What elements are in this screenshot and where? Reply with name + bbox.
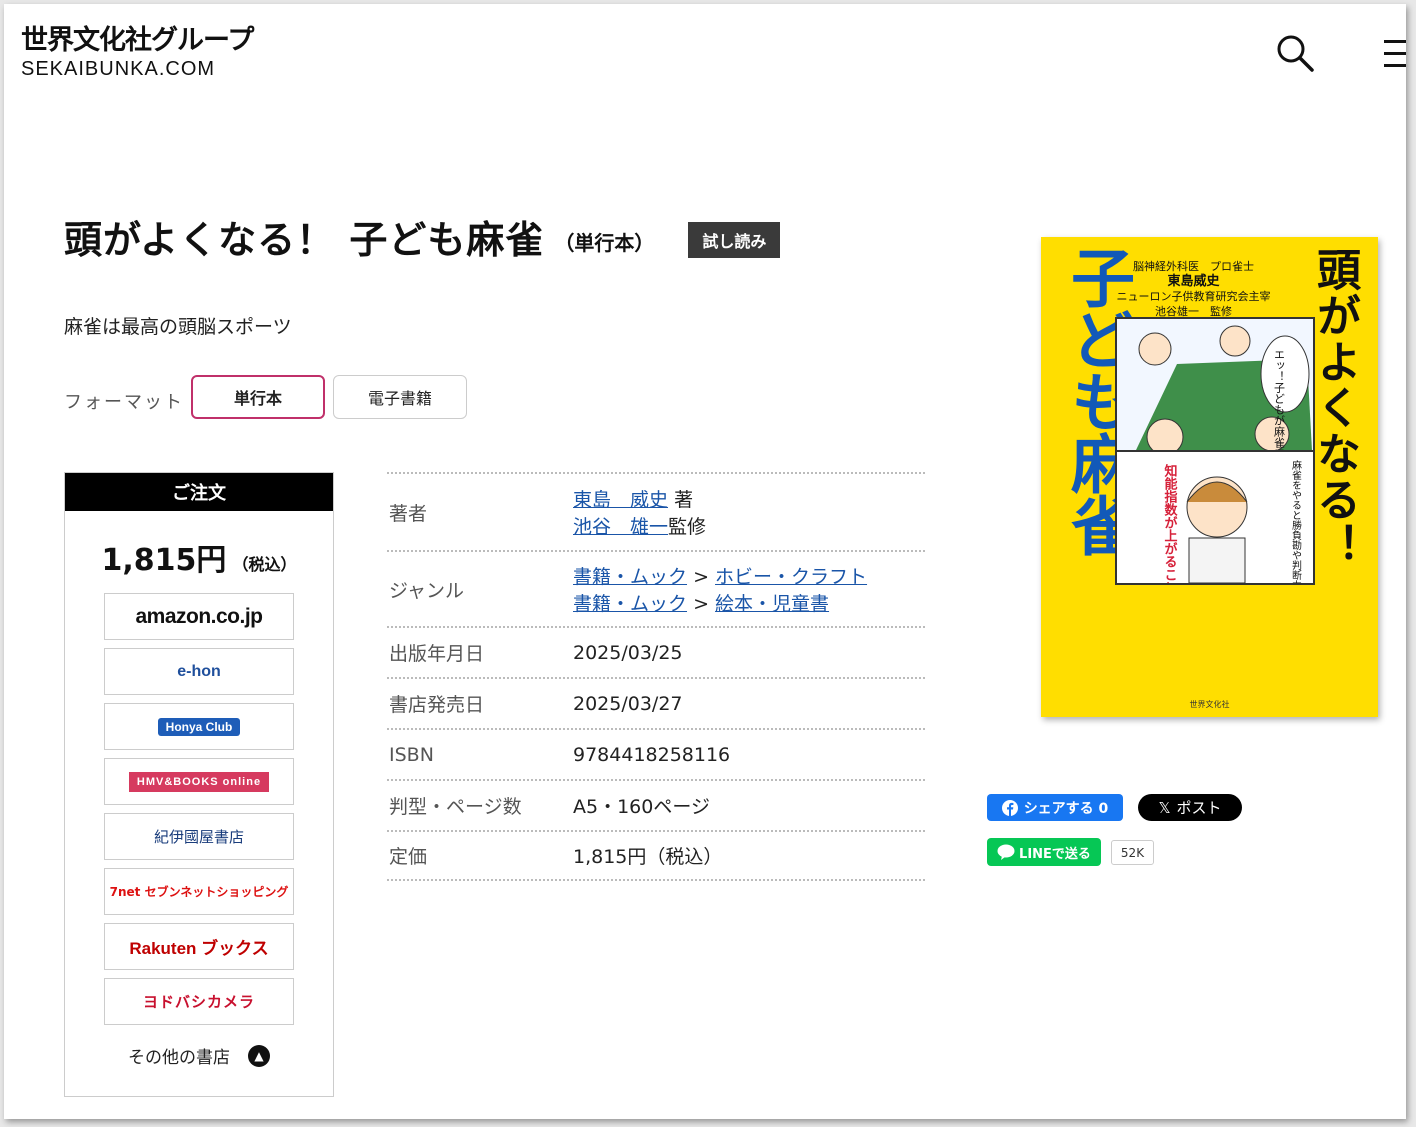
cover-author-line2: ニューロン子供教育研究会主宰: [1116, 290, 1271, 303]
cover-authors: 脳神経外科医 プロ雀士 東島威史 ニューロン子供教育研究会主宰 池谷雄一 監修: [1111, 259, 1276, 319]
line-icon: [997, 844, 1015, 860]
size-value: A5・160ページ: [573, 796, 710, 818]
genre-label: ジャンル: [389, 579, 465, 602]
isbn-label: ISBN: [389, 743, 434, 766]
storedate-value: 2025/03/27: [573, 692, 683, 715]
shop-hmv-button[interactable]: HMV&BOOKS online: [104, 758, 294, 805]
details-row-pubdate: 出版年月日 2025/03/25: [387, 626, 925, 677]
pubdate-label: 出版年月日: [389, 643, 485, 665]
chevron-up-icon: ▲: [248, 1044, 270, 1067]
7net-logo: 7net セブンネットショッピング: [109, 885, 289, 899]
logo-jp-text: 世界文化社グループ: [21, 25, 254, 56]
shop-yodobashi-button[interactable]: ヨドバシカメラ: [104, 978, 294, 1025]
cover-publisher: 世界文化社: [1189, 700, 1230, 709]
site-logo[interactable]: 世界文化社グループ SEKAIBUNKA.COM: [21, 25, 254, 82]
search-icon[interactable]: [1274, 32, 1316, 74]
x-logo-icon: 𝕏: [1158, 798, 1171, 817]
ehon-logo: e-hon: [177, 662, 221, 680]
details-row-isbn: ISBN 9784418258116: [387, 728, 925, 779]
line-share-button[interactable]: LINEで送る: [987, 838, 1101, 866]
shop-ehon-button[interactable]: e-hon: [104, 648, 294, 695]
pubdate-value: 2025/03/25: [573, 641, 683, 664]
details-row-price: 定価 1,815円（税込）: [387, 830, 925, 881]
honyaclub-logo: Honya Club: [157, 717, 241, 736]
facebook-share-button[interactable]: シェアする 0: [987, 794, 1123, 821]
book-cover-image[interactable]: 頭がよくなる！ 子ども麻雀 脳神経外科医 プロ雀士 東島威史 ニューロン子供教育…: [1041, 237, 1378, 717]
shop-amazon-button[interactable]: amazon.co.jp: [104, 593, 294, 640]
size-label: 判型・ページ数: [389, 796, 522, 818]
author-label: 著者: [389, 502, 428, 525]
genre2-parent-link[interactable]: 書籍・ムック: [573, 593, 687, 615]
genre-value: 書籍・ムック > ホビー・クラフト 書籍・ムック > 絵本・児童書: [573, 552, 925, 626]
catch-copy: 麻雀は最高の頭脳スポーツ: [64, 316, 292, 338]
order-price-value: 1,815円: [101, 543, 227, 578]
order-price-tax: （税込）: [232, 555, 297, 574]
order-box: ご注文 1,815円 （税込） amazon.co.jp e-hon Honya …: [64, 472, 334, 1097]
author2-link[interactable]: 池谷 雄一: [573, 516, 668, 538]
more-shops-button[interactable]: その他の書店 ▲: [65, 1043, 333, 1068]
shop-rakuten-button[interactable]: Rakuten ブックス: [104, 923, 294, 970]
kinokuniya-logo: 紀伊國屋書店: [153, 828, 244, 846]
cover-illustration-teacher: 知能指数が上がることがわかっています 麻雀をやると勝負勘や判断力が鍛えられて: [1115, 450, 1315, 698]
amazon-logo: amazon.co.jp: [135, 604, 263, 628]
order-header: ご注文: [65, 473, 333, 511]
cover-illustration-mahjong-table: エッ！子どもが麻雀!?: [1115, 317, 1315, 472]
cover-bubble1: エッ！子どもが麻雀!?: [1273, 349, 1286, 458]
author-value: 東島 威史 著 池谷 雄一監修: [573, 474, 925, 550]
shop-list: amazon.co.jp e-hon Honya Club HMV&BOOKS …: [65, 593, 333, 1025]
cover-author-line1: 脳神経外科医 プロ雀士: [1133, 260, 1254, 273]
shop-kinokuniya-button[interactable]: 紀伊國屋書店: [104, 813, 294, 860]
line-share-label: LINEで送る: [1019, 846, 1091, 862]
price-label: 定価: [389, 846, 428, 868]
hmv-logo: HMV&BOOKS online: [128, 771, 270, 792]
author2-role: 監修: [668, 516, 707, 538]
page-frame: 世界文化社グループ SEKAIBUNKA.COM 頭がよくなる！ 子ども麻雀 （…: [4, 4, 1406, 1119]
format-tankobon-button[interactable]: 単行本: [191, 375, 325, 419]
rakuten-logo: Rakuten ブックス: [129, 939, 269, 958]
genre1-parent-link[interactable]: 書籍・ムック: [573, 566, 687, 588]
cover-bubble3: 知能指数が上がることがわかっています: [1162, 463, 1178, 583]
book-details-table: 著者 東島 威史 著 池谷 雄一監修 ジャンル 書籍・ムック > ホビー・クラフ…: [387, 472, 925, 881]
facebook-icon: [1001, 799, 1018, 816]
price-value: 1,815円（税込）: [573, 846, 723, 868]
details-row-storedate: 書店発売日 2025/03/27: [387, 677, 925, 728]
more-shops-label: その他の書店: [128, 1048, 230, 1068]
shop-7net-button[interactable]: 7net セブンネットショッピング: [104, 868, 294, 915]
genre1-child-link[interactable]: ホビー・クラフト: [715, 566, 867, 588]
title-row: 頭がよくなる！ 子ども麻雀 （単行本） 試し読み: [64, 209, 781, 264]
genre2-child-link[interactable]: 絵本・児童書: [715, 593, 829, 615]
details-row-author: 著者 東島 威史 著 池谷 雄一監修: [387, 472, 925, 550]
isbn-value: 9784418258116: [573, 743, 731, 766]
cover-bubble2: 麻雀をやると勝負勘や判断力が鍛えられて: [1290, 459, 1302, 583]
details-row-genre: ジャンル 書籍・ムック > ホビー・クラフト 書籍・ムック > 絵本・児童書: [387, 550, 925, 626]
genre2-separator: >: [693, 593, 709, 615]
shop-honyaclub-button[interactable]: Honya Club: [104, 703, 294, 750]
format-label: フォーマット: [64, 392, 184, 413]
yodobashi-logo: ヨドバシカメラ: [142, 993, 255, 1011]
author1-role: 著: [674, 489, 694, 511]
format-ebook-button[interactable]: 電子書籍: [333, 375, 467, 419]
book-format-tag: （単行本）: [554, 231, 655, 255]
x-post-label: ポスト: [1176, 799, 1222, 817]
storedate-label: 書店発売日: [389, 694, 485, 716]
logo-en-text: SEKAIBUNKA.COM: [21, 58, 216, 80]
trial-read-button[interactable]: 試し読み: [688, 221, 781, 258]
line-share-count: 52K: [1111, 840, 1154, 865]
genre1-separator: >: [693, 566, 709, 588]
cover-author-name: 東島威史: [1167, 274, 1220, 289]
details-row-size: 判型・ページ数 A5・160ページ: [387, 779, 925, 830]
hamburger-menu-icon[interactable]: [1384, 38, 1406, 70]
order-price: 1,815円 （税込）: [65, 535, 333, 579]
facebook-share-label: シェアする 0: [1023, 800, 1109, 817]
author1-link[interactable]: 東島 威史: [573, 489, 668, 511]
book-title: 頭がよくなる！ 子ども麻雀: [64, 218, 545, 262]
x-post-button[interactable]: 𝕏 ポスト: [1138, 794, 1242, 821]
